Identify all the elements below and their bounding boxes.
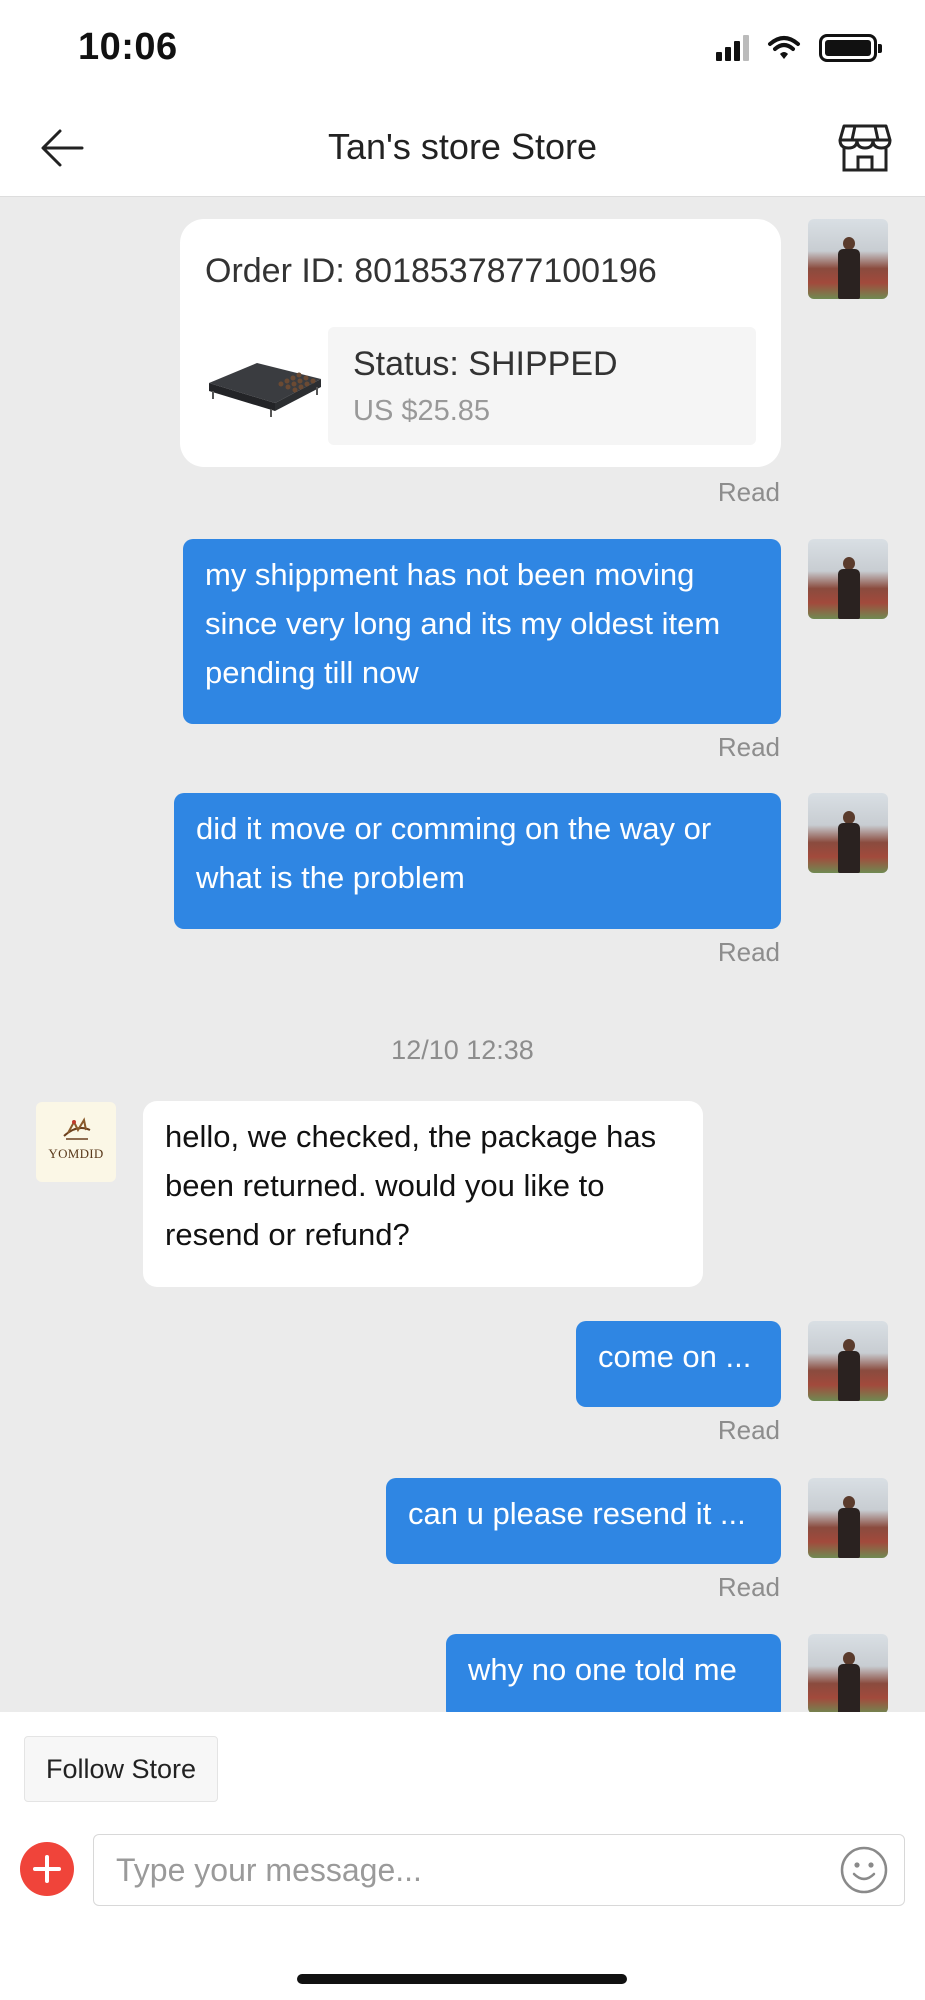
- chat-footer: Follow Store: [0, 1712, 925, 2000]
- user-avatar[interactable]: [808, 1478, 888, 1558]
- user-avatar[interactable]: [808, 1321, 888, 1401]
- user-avatar[interactable]: [808, 219, 888, 299]
- message-bubble-user[interactable]: why no one told me: [446, 1634, 781, 1712]
- chat-header: Tan's store Store: [0, 100, 925, 197]
- smiley-icon[interactable]: [839, 1845, 889, 1895]
- store-logo-text: YOMDID: [48, 1146, 104, 1161]
- user-avatar[interactable]: [808, 1634, 888, 1712]
- order-card[interactable]: Order ID: 8018537877100196 Status: SHIPP…: [180, 219, 781, 467]
- user-avatar[interactable]: [808, 539, 888, 619]
- status-bar: 10:06: [0, 0, 925, 100]
- order-id: Order ID: 8018537877100196: [205, 252, 657, 290]
- plus-circle-icon: [33, 1855, 61, 1883]
- status-time: 10:06: [78, 26, 178, 68]
- store-avatar[interactable]: YOMDID: [36, 1102, 116, 1182]
- battery-icon: [819, 34, 882, 62]
- order-status-box: Status: SHIPPED US $25.85: [328, 327, 756, 445]
- follow-store-button[interactable]: Follow Store: [24, 1736, 218, 1802]
- product-thumbnail[interactable]: [205, 349, 325, 421]
- read-receipt: Read: [717, 477, 780, 507]
- message-timestamp: 12/10 12:38: [391, 1035, 534, 1065]
- order-price: US $25.85: [353, 395, 491, 427]
- storefront-icon: [838, 124, 892, 172]
- order-status: Status: SHIPPED: [353, 345, 618, 383]
- user-avatar[interactable]: [808, 793, 888, 873]
- read-receipt: Read: [717, 937, 780, 967]
- store-logo-icon: [63, 1117, 91, 1140]
- message-bubble-user[interactable]: come on ...: [576, 1321, 781, 1407]
- page-title: Tan's store Store: [328, 126, 597, 167]
- message-bubble-store[interactable]: hello, we checked, the package has been …: [143, 1101, 703, 1287]
- status-icons: [716, 34, 882, 62]
- read-receipt: Read: [717, 1572, 780, 1602]
- message-bubble-user[interactable]: did it move or comming on the way or wha…: [174, 793, 781, 929]
- message-bubble-user[interactable]: my shippment has not been moving since v…: [183, 539, 781, 724]
- message-bubble-user[interactable]: can u please resend it ...: [386, 1478, 781, 1564]
- read-receipt: Read: [717, 732, 780, 762]
- message-input[interactable]: [93, 1834, 905, 1906]
- wifi-icon: [768, 36, 800, 59]
- chat-messages[interactable]: Order ID: 8018537877100196 Status: SHIPP…: [0, 197, 925, 1712]
- home-indicator: [297, 1974, 627, 1984]
- store-button[interactable]: [833, 118, 897, 178]
- cellular-signal-icon: [716, 35, 749, 61]
- read-receipt: Read: [717, 1415, 780, 1445]
- add-attachment-button[interactable]: [20, 1842, 74, 1896]
